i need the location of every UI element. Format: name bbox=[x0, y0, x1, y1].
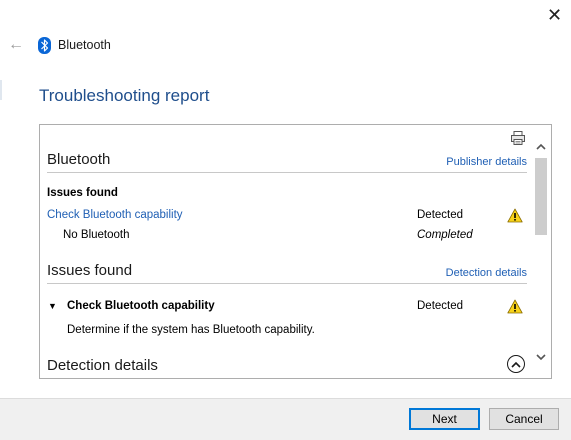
bluetooth-icon bbox=[38, 37, 51, 54]
left-edge-accent bbox=[0, 80, 2, 100]
warning-icon bbox=[507, 299, 523, 314]
collapse-section-button[interactable] bbox=[507, 355, 525, 373]
expand-toggle-icon[interactable]: ▼ bbox=[48, 301, 57, 311]
status-detected: Detected bbox=[417, 209, 464, 221]
app-title: Bluetooth bbox=[58, 38, 111, 52]
detection-details-link[interactable]: Detection details bbox=[446, 267, 527, 279]
issues-found-header: Issues found bbox=[47, 187, 118, 199]
section-divider bbox=[47, 172, 527, 173]
section-divider bbox=[47, 283, 527, 284]
section-title-bluetooth: Bluetooth bbox=[47, 151, 111, 168]
scroll-up-icon[interactable] bbox=[535, 141, 547, 153]
warning-icon bbox=[507, 208, 523, 223]
page-title: Troubleshooting report bbox=[39, 86, 210, 105]
back-button[interactable]: ← bbox=[6, 35, 26, 55]
scrollbar-thumb[interactable] bbox=[535, 158, 547, 235]
issue-item-status: Detected bbox=[417, 300, 464, 312]
publisher-details-link[interactable]: Publisher details bbox=[446, 156, 527, 168]
close-button[interactable]: ✕ bbox=[538, 0, 571, 30]
issue-item-description: Determine if the system has Bluetooth ca… bbox=[67, 324, 315, 336]
section-title-issues-found: Issues found bbox=[47, 262, 133, 279]
report-panel: Bluetooth Publisher details Issues found… bbox=[39, 124, 552, 379]
no-bluetooth-label: No Bluetooth bbox=[63, 229, 130, 241]
footer-bar bbox=[0, 398, 571, 440]
scroll-down-icon[interactable] bbox=[535, 351, 547, 363]
section-title-detection-details: Detection details bbox=[47, 357, 158, 374]
next-button[interactable]: Next bbox=[409, 408, 480, 430]
check-bluetooth-capability-link[interactable]: Check Bluetooth capability bbox=[47, 209, 183, 221]
close-icon: ✕ bbox=[546, 4, 563, 25]
issue-item-title: Check Bluetooth capability bbox=[67, 300, 215, 312]
status-completed: Completed bbox=[417, 229, 473, 241]
chevron-up-icon bbox=[511, 361, 521, 368]
print-icon[interactable] bbox=[510, 130, 526, 146]
back-arrow-icon: ← bbox=[8, 36, 24, 53]
cancel-button[interactable]: Cancel bbox=[489, 408, 559, 430]
